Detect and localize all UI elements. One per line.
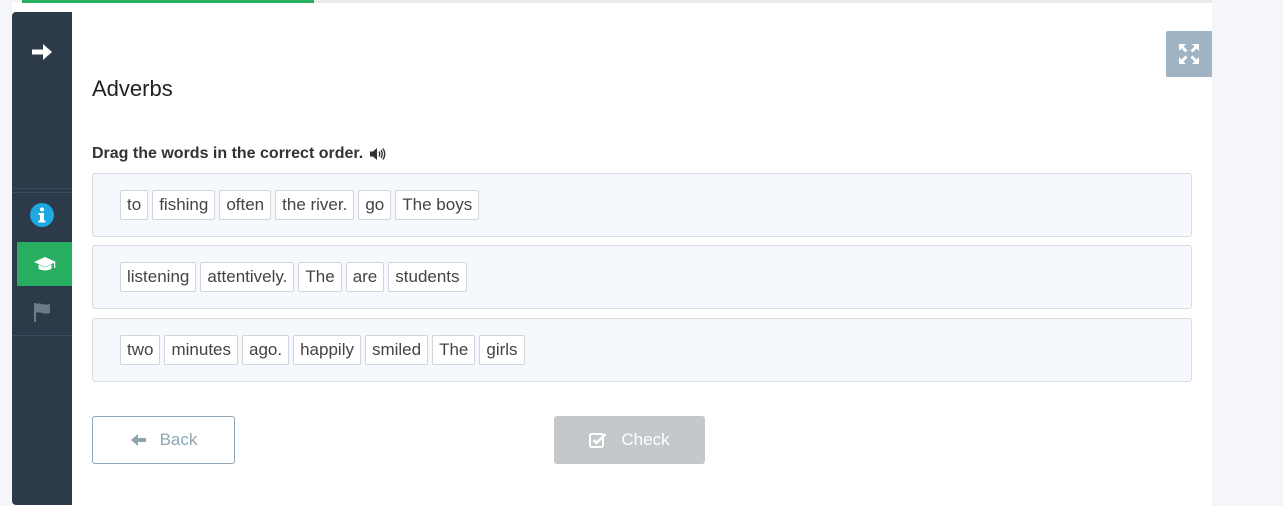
word-chip[interactable]: go	[358, 190, 392, 220]
progress-bar	[22, 0, 1212, 3]
next-button[interactable]	[12, 30, 72, 74]
page-title: Adverbs	[92, 76, 173, 101]
word-chip[interactable]: The	[432, 335, 476, 365]
word-row-2[interactable]: listening attentively. The are students	[92, 245, 1192, 309]
word-chip[interactable]: girls	[479, 335, 525, 365]
word-chip[interactable]: minutes	[164, 335, 238, 365]
word-chip[interactable]: listening	[120, 262, 197, 292]
arrow-right-icon	[32, 44, 52, 60]
word-chip[interactable]: two	[120, 335, 161, 365]
sidebar	[12, 12, 72, 505]
word-chip[interactable]: attentively.	[200, 262, 295, 292]
word-chip[interactable]: The boys	[395, 190, 480, 220]
word-chip[interactable]: to	[120, 190, 149, 220]
sidebar-item-learn[interactable]	[17, 242, 72, 286]
sidebar-item-info[interactable]	[12, 192, 72, 236]
word-row-3[interactable]: two minutes ago. happily smiled The girls	[92, 318, 1192, 382]
word-chip[interactable]: happily	[293, 335, 361, 365]
word-chip[interactable]: students	[388, 262, 467, 292]
sidebar-item-flag[interactable]	[12, 288, 72, 336]
graduation-cap-icon	[33, 257, 56, 271]
word-chip[interactable]: The	[298, 262, 342, 292]
word-row-1[interactable]: to fishing often the river. go The boys	[92, 173, 1192, 237]
progress-fill	[22, 0, 314, 3]
sidebar-divider	[12, 188, 72, 189]
word-chip[interactable]: smiled	[364, 335, 429, 365]
word-chip[interactable]: the river.	[275, 190, 355, 220]
check-square-icon	[589, 433, 607, 448]
fullscreen-button[interactable]	[1166, 31, 1212, 77]
info-circle-icon	[30, 202, 54, 227]
instruction: Drag the words in the correct order.	[92, 145, 386, 163]
arrow-left-icon	[130, 434, 146, 446]
flag-icon	[34, 302, 50, 322]
back-button-label: Back	[159, 430, 198, 449]
back-button[interactable]: Back	[92, 416, 235, 464]
check-button[interactable]: Check	[554, 416, 705, 464]
check-button-label: Check	[621, 430, 670, 449]
word-chip[interactable]: are	[345, 262, 385, 292]
speaker-icon[interactable]	[369, 147, 386, 161]
word-chip[interactable]: ago.	[242, 335, 290, 365]
expand-icon	[1179, 44, 1199, 64]
instruction-text: Drag the words in the correct order.	[92, 145, 364, 162]
word-chip[interactable]: fishing	[152, 190, 216, 220]
word-chip[interactable]: often	[219, 190, 272, 220]
